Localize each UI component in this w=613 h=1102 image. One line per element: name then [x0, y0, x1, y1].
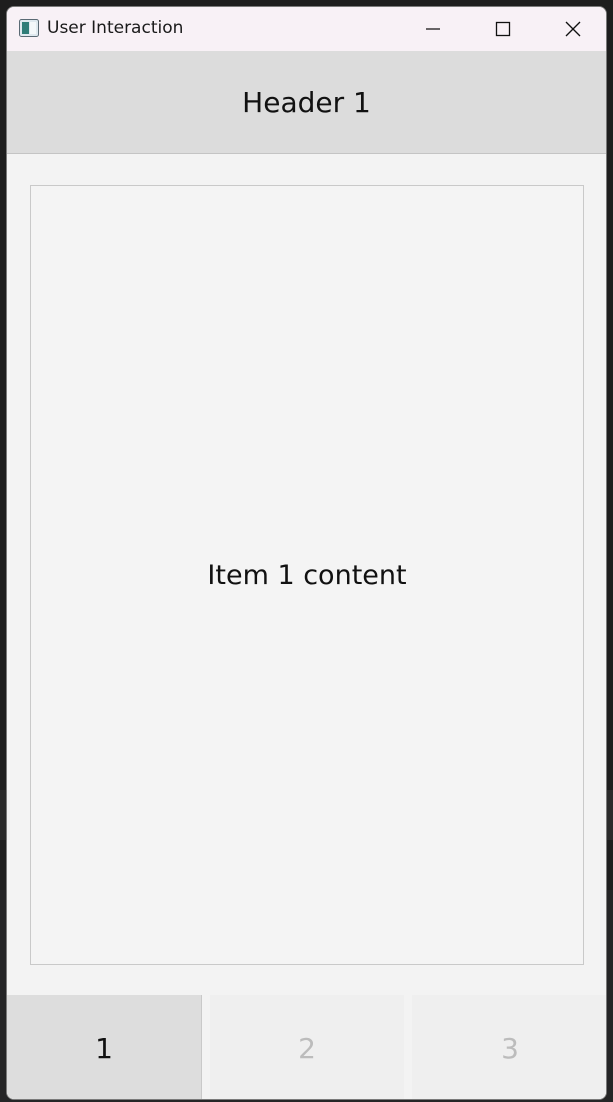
tab-1[interactable]: 1: [7, 995, 202, 1099]
app-window: User Interaction Header 1 Item 1 content…: [6, 6, 607, 1100]
tab-3[interactable]: 3: [412, 995, 606, 1099]
tab-label: 3: [501, 1031, 519, 1065]
tab-label: 2: [298, 1031, 316, 1065]
minimize-icon: [426, 28, 440, 30]
header-title: Header 1: [242, 85, 371, 119]
tab-bar: 1 2 3: [7, 995, 606, 1099]
content-panel[interactable]: Item 1 content: [30, 185, 584, 965]
close-icon: [565, 21, 581, 37]
content-text: Item 1 content: [207, 559, 407, 591]
tab-2[interactable]: 2: [210, 995, 404, 1099]
page-header: Header 1: [7, 51, 606, 154]
minimize-button[interactable]: [398, 7, 468, 51]
maximize-icon: [495, 21, 511, 37]
window-title: User Interaction: [47, 18, 184, 38]
title-bar[interactable]: User Interaction: [7, 7, 606, 51]
close-button[interactable]: [538, 7, 606, 51]
tab-label: 1: [95, 1031, 113, 1065]
maximize-button[interactable]: [468, 7, 538, 51]
app-icon: [19, 19, 39, 37]
